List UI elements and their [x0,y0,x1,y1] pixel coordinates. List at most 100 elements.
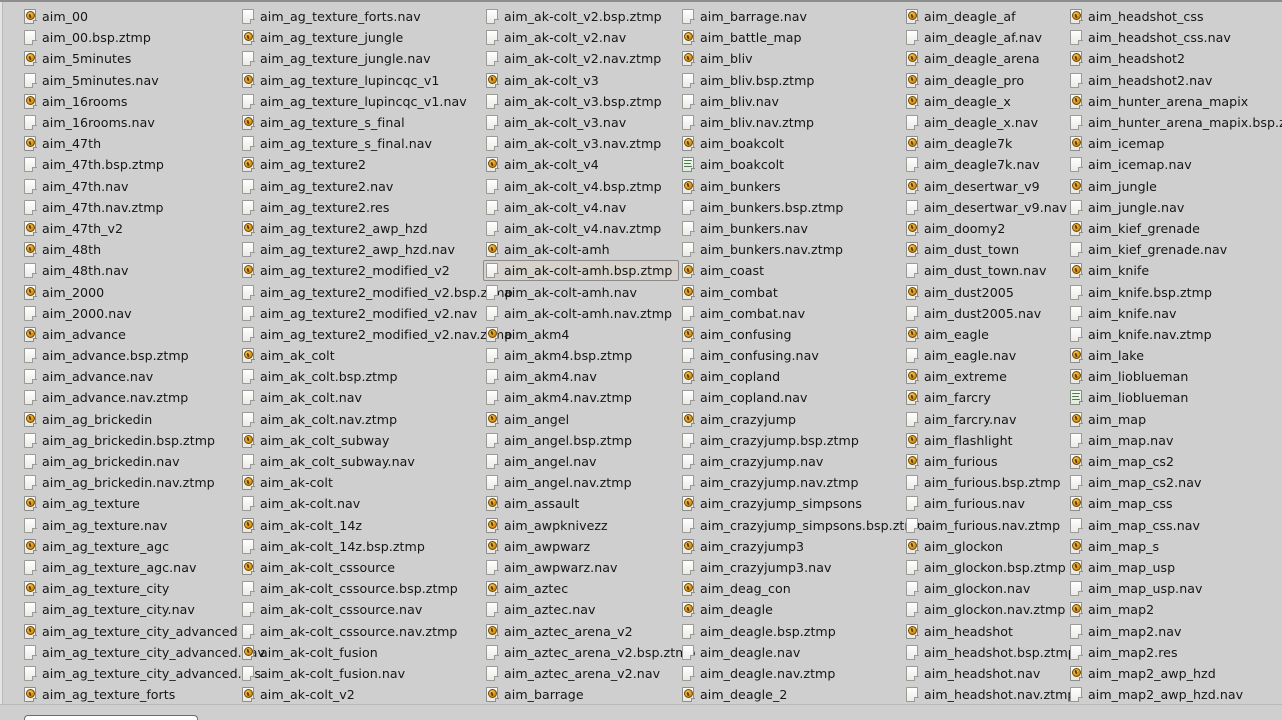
file-list-item[interactable]: aim_map2.res [1067,642,1282,663]
file-list-item[interactable]: aim_map_usp [1067,557,1282,578]
file-list-item[interactable]: aim_48th.nav [21,260,239,281]
file-list-item[interactable]: aim_ak-colt-amh.nav [483,281,679,302]
file-list-item[interactable]: aim_deagle7k.nav [903,154,1067,175]
file-list-item[interactable]: aim_16rooms.nav [21,112,239,133]
file-list-item[interactable]: aim_47th [21,133,239,154]
file-list-item[interactable]: aim_crazyjump3.nav [679,557,903,578]
file-list-item[interactable]: aim_ag_brickedin.nav.ztmp [21,472,239,493]
file-list-item[interactable]: aim_47th.nav.ztmp [21,197,239,218]
file-list-item[interactable]: aim_ag_texture_s_final.nav [239,133,483,154]
file-list-item[interactable]: aim_advance.nav [21,366,239,387]
file-list-item[interactable]: aim_ag_texture2_awp_hzd.nav [239,239,483,260]
file-list-item[interactable]: aim_aztec_arena_v2 [483,620,679,641]
file-list-item[interactable]: aim_crazyjump [679,409,903,430]
file-list-item[interactable]: aim_ag_texture2_modified_v2 [239,260,483,281]
file-list-item[interactable]: aim_boakcolt [679,133,903,154]
file-list-item[interactable]: aim_jungle.nav [1067,197,1282,218]
file-list-item[interactable]: aim_hunter_arena_mapix [1067,91,1282,112]
file-list-item[interactable]: aim_glockon [903,536,1067,557]
file-list-item[interactable]: aim_desertwar_v9.nav [903,197,1067,218]
file-list-item[interactable]: aim_jungle [1067,176,1282,197]
file-list-item[interactable]: aim_combat [679,281,903,302]
file-list-item[interactable]: aim_ak-colt_fusion [239,642,483,663]
file-list-item[interactable]: aim_aztec.nav [483,599,679,620]
file-list-item[interactable]: aim_47th_v2 [21,218,239,239]
file-list-item[interactable]: aim_crazyjump.nav.ztmp [679,472,903,493]
file-list-item[interactable]: aim_ak-colt_v2.nav [483,27,679,48]
file-list-item[interactable]: aim_ak-colt_v4 [483,154,679,175]
file-list-item[interactable]: aim_ag_texture_city_advanced [21,620,239,641]
file-list-item[interactable]: aim_ak-colt_v3.nav.ztmp [483,133,679,154]
file-list-item[interactable]: aim_2000.nav [21,303,239,324]
file-list-item[interactable]: aim_angel [483,409,679,430]
file-list-item[interactable]: aim_deagle.nav.ztmp [679,663,903,684]
file-list-item[interactable]: aim_coast [679,260,903,281]
file-list-item[interactable]: aim_map_s [1067,536,1282,557]
file-list-item[interactable]: aim_5minutes.nav [21,70,239,91]
file-list-item[interactable]: aim_lioblueman [1067,366,1282,387]
file-list-item[interactable]: aim_ag_texture.nav [21,515,239,536]
file-list-item[interactable]: aim_farcry.nav [903,409,1067,430]
file-list-item[interactable]: aim_map.nav [1067,430,1282,451]
file-list-item[interactable]: aim_icemap [1067,133,1282,154]
file-list-item[interactable]: aim_combat.nav [679,303,903,324]
file-list-item[interactable]: aim_map_cs2 [1067,451,1282,472]
file-list-item[interactable]: aim_ag_texture [21,493,239,514]
file-list-item[interactable]: aim_furious [903,451,1067,472]
file-list-item[interactable]: aim_ak-colt-amh [483,239,679,260]
file-list-item[interactable]: aim_deagle [679,599,903,620]
file-list-item-selected[interactable]: aim_ak-colt-amh.bsp.ztmp [483,260,679,282]
file-list-item[interactable]: aim_headshot_css [1067,6,1282,27]
file-list-item[interactable]: aim_ag_texture_jungle.nav [239,48,483,69]
file-list-item[interactable]: aim_deagle_pro [903,70,1067,91]
file-list-item[interactable]: aim_00 [21,6,239,27]
file-list-item[interactable]: aim_desertwar_v9 [903,176,1067,197]
file-list-item[interactable]: aim_furious.nav [903,493,1067,514]
file-list-item[interactable]: aim_akm4 [483,324,679,345]
file-list-item[interactable]: aim_aztec [483,578,679,599]
file-list-item[interactable]: aim_ak_colt.nav.ztmp [239,409,483,430]
file-list-item[interactable]: aim_ag_texture_agc.nav [21,557,239,578]
file-list-item[interactable]: aim_copland [679,366,903,387]
file-list-item[interactable]: aim_headshot.bsp.ztmp [903,642,1076,663]
file-list-item[interactable]: aim_furious.nav.ztmp [903,515,1067,536]
file-list-item[interactable]: aim_advance.nav.ztmp [21,387,239,408]
file-list-item[interactable]: aim_ak-colt_cssource [239,557,483,578]
file-list-item[interactable]: aim_boakcolt [679,154,903,175]
file-list-item[interactable]: aim_headshot.nav [903,663,1067,684]
file-list-item[interactable]: aim_ag_texture_agc [21,536,239,557]
file-list-item[interactable]: aim_icemap.nav [1067,154,1282,175]
file-list-item[interactable]: aim_ak-colt_v4.bsp.ztmp [483,176,679,197]
file-list-item[interactable]: aim_extreme [903,366,1067,387]
file-list-item[interactable]: aim_deagle_arena [903,48,1067,69]
file-list-item[interactable]: aim_ak_colt_subway.nav [239,451,483,472]
file-list-item[interactable]: aim_copland.nav [679,387,903,408]
file-list-item[interactable]: aim_knife.nav [1067,303,1282,324]
file-list-item[interactable]: aim_crazyjump.bsp.ztmp [679,430,903,451]
file-list-item[interactable]: aim_kief_grenade.nav [1067,239,1282,260]
file-list-item[interactable]: aim_deagle_x.nav [903,112,1067,133]
file-list-item[interactable]: aim_dust2005 [903,281,1067,302]
file-list-item[interactable]: aim_angel.nav [483,451,679,472]
file-list-item[interactable]: aim_confusing.nav [679,345,903,366]
file-list-item[interactable]: aim_headshot.nav.ztmp [903,684,1075,704]
file-list-item[interactable]: aim_ak-colt [239,472,483,493]
file-list-item[interactable]: aim_hunter_arena_mapix.bsp.ztmp [1067,112,1282,133]
file-list-item[interactable]: aim_ak-colt_cssource.nav.ztmp [239,620,483,641]
file-list-item[interactable]: aim_ag_texture2_awp_hzd [239,218,483,239]
file-list-item[interactable]: aim_dust_town.nav [903,260,1067,281]
file-list-item[interactable]: aim_farcry [903,387,1067,408]
file-list-item[interactable]: aim_furious.bsp.ztmp [903,472,1067,493]
file-list-item[interactable]: aim_bliv.bsp.ztmp [679,70,903,91]
file-list-item[interactable]: aim_crazyjump3 [679,536,903,557]
file-list-item[interactable]: aim_crazyjump_simpsons [679,493,903,514]
file-list-item[interactable]: aim_akm4.nav.ztmp [483,387,679,408]
file-list-item[interactable]: aim_headshot2 [1067,48,1282,69]
file-list-item[interactable]: aim_ag_texture_forts.nav [239,6,483,27]
file-list-item[interactable]: aim_awpknivezz [483,515,679,536]
file-list-item[interactable]: aim_ak-colt_fusion.nav [239,663,483,684]
file-list-item[interactable]: aim_ak-colt_v3.bsp.ztmp [483,91,679,112]
file-list-item[interactable]: aim_headshot2.nav [1067,70,1282,91]
file-list-item[interactable]: aim_ag_texture_s_final [239,112,483,133]
file-list-item[interactable]: aim_ak-colt_v4.nav [483,197,679,218]
